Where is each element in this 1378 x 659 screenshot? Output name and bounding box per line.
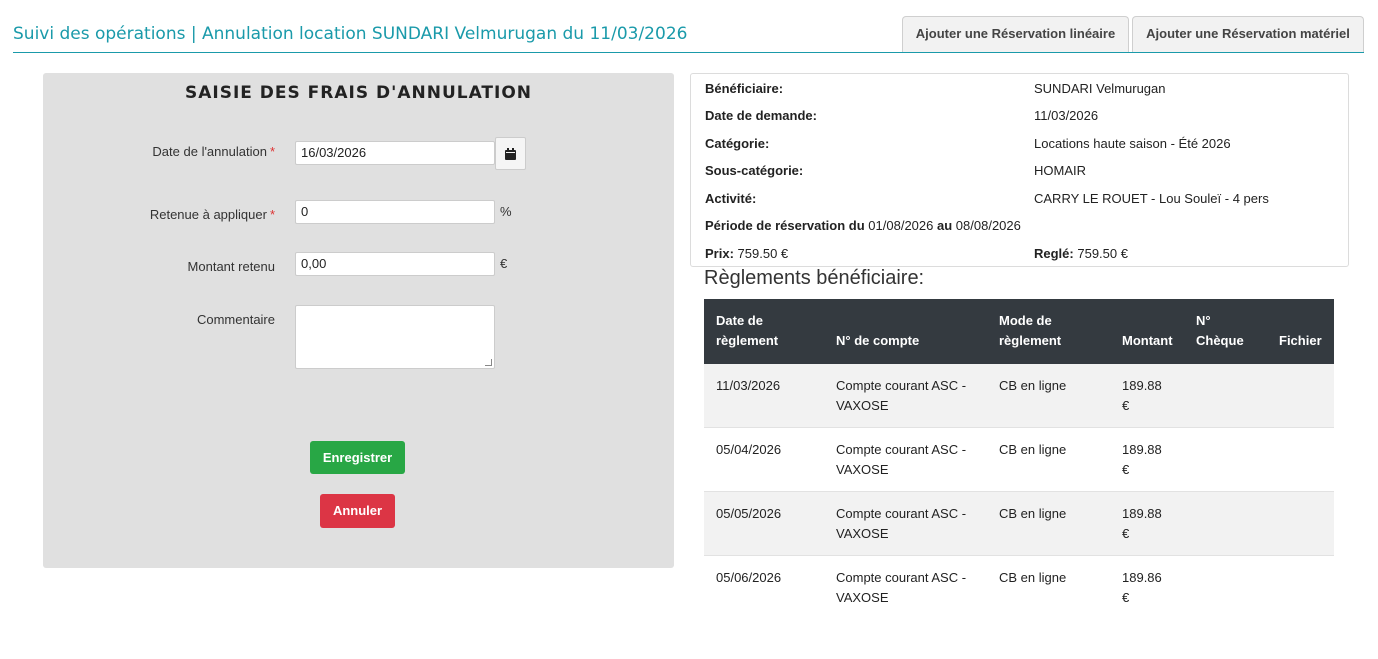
row-account-line1: Compte courant ASC - <box>836 442 967 457</box>
period-start: 01/08/2026 <box>868 218 934 233</box>
row-mode: CB en ligne <box>999 378 1067 393</box>
row-amount-value: 189.88 <box>1122 378 1162 393</box>
header-mode-line1: Mode de <box>999 313 1052 328</box>
payments-title: Règlements bénéficiaire: <box>704 267 925 289</box>
header-file: Fichier <box>1279 333 1322 348</box>
header-cheque: N° Chèque <box>1196 311 1266 351</box>
subcategory-label: Sous-catégorie: <box>705 163 804 178</box>
page-title: Suivi des opérations | Annulation locati… <box>13 24 688 44</box>
row-date: 05/05/2026 <box>716 506 782 521</box>
cancel-date-input[interactable]: 16/03/2026 <box>295 141 495 165</box>
panel-title: SAISIE DES FRAIS D'ANNULATION <box>184 83 533 103</box>
beneficiary-value: SUNDARI Velmurugan <box>1034 81 1166 96</box>
row-date: 05/04/2026 <box>716 442 782 457</box>
row-amount-currency: € <box>1122 398 1130 413</box>
row-amount: 189.88 € <box>1122 504 1182 544</box>
row-account: Compte courant ASC - VAXOSE <box>836 568 986 608</box>
amount-retained-label: Montant retenu <box>187 259 275 274</box>
row-mode: CB en ligne <box>999 506 1067 521</box>
row-amount-currency: € <box>1122 590 1130 605</box>
subcategory-value: HOMAIR <box>1034 163 1086 178</box>
activity-label: Activité: <box>705 191 757 206</box>
cancellation-fees-panel: SAISIE DES FRAIS D'ANNULATION Date de l'… <box>43 73 674 568</box>
row-amount: 189.88 € <box>1122 440 1182 480</box>
row-mode: CB en ligne <box>999 442 1067 457</box>
row-date: 05/06/2026 <box>716 570 782 585</box>
row-amount-currency: € <box>1122 462 1130 477</box>
row-amount-value: 189.86 <box>1122 570 1162 585</box>
row-account-line2: VAXOSE <box>836 462 889 477</box>
price-label: Prix: <box>705 246 734 261</box>
reservation-period: Période de réservation du 01/08/2026 au … <box>705 218 1021 233</box>
retention-percent-input[interactable]: 0 <box>295 200 495 224</box>
calendar-button[interactable] <box>495 137 526 170</box>
comment-label: Commentaire <box>196 312 275 327</box>
price: Prix: 759.50 € <box>705 246 788 261</box>
row-account-line2: VAXOSE <box>836 590 889 605</box>
category-label: Catégorie: <box>705 136 770 151</box>
row-amount-value: 189.88 <box>1122 442 1162 457</box>
header-amount: Montant <box>1122 333 1173 348</box>
cancel-date-label: Date de l'annulation * <box>152 144 275 159</box>
resize-grip[interactable] <box>485 359 492 366</box>
row-account: Compte courant ASC - VAXOSE <box>836 440 986 480</box>
table-row: 11/03/2026 Compte courant ASC - VAXOSE CB… <box>704 364 1334 428</box>
cancel-date-label-text: Date de l'annulation <box>152 144 267 159</box>
add-linear-reservation-tab[interactable]: Ajouter une Réservation linéaire <box>902 16 1129 52</box>
paid-value: 759.50 € <box>1077 246 1128 261</box>
row-account-line2: VAXOSE <box>836 398 889 413</box>
reservation-info-box: Bénéficiaire: SUNDARI Velmurugan Date de… <box>690 73 1349 267</box>
header-mode-line2: règlement <box>999 333 1062 348</box>
row-account: Compte courant ASC - VAXOSE <box>836 376 986 416</box>
request-date-label: Date de demande: <box>705 108 817 123</box>
table-row: 05/04/2026 Compte courant ASC - VAXOSE CB… <box>704 428 1334 492</box>
amount-retained-input[interactable]: 0,00 <box>295 252 495 276</box>
required-mark: * <box>269 144 275 159</box>
row-amount-value: 189.88 <box>1122 506 1162 521</box>
category-value: Locations haute saison - Été 2026 <box>1034 136 1231 151</box>
row-amount-currency: € <box>1122 526 1130 541</box>
table-row: 05/06/2026 Compte courant ASC - VAXOSE CB… <box>704 556 1334 620</box>
paid: Reglé: 759.50 € <box>1034 246 1128 261</box>
comment-textarea[interactable] <box>295 305 495 369</box>
row-account: Compte courant ASC - VAXOSE <box>836 504 986 544</box>
euro-unit: € <box>500 256 508 271</box>
header-date-line2: règlement <box>716 333 779 348</box>
retention-label: Retenue à appliquer * <box>150 207 275 222</box>
payments-table-header: Date de règlement N° de compte Mode de r… <box>704 299 1334 364</box>
activity-value: CARRY LE ROUET - Lou Souleï - 4 pers <box>1034 191 1269 206</box>
request-date-value: 11/03/2026 <box>1034 108 1099 123</box>
cancel-button[interactable]: Annuler <box>320 494 395 528</box>
price-value: 759.50 € <box>737 246 789 261</box>
percent-unit: % <box>500 204 512 219</box>
add-equipment-reservation-tab[interactable]: Ajouter une Réservation matériel <box>1132 16 1364 52</box>
row-amount: 189.88 € <box>1122 376 1182 416</box>
header-date-line1: Date de <box>716 313 763 328</box>
table-row: 05/05/2026 Compte courant ASC - VAXOSE CB… <box>704 492 1334 556</box>
retention-label-text: Retenue à appliquer <box>149 207 267 222</box>
header-cheque-line2: Chèque <box>1196 333 1244 348</box>
page-header: Suivi des opérations | Annulation locati… <box>13 14 1364 53</box>
required-mark: * <box>269 207 275 222</box>
row-amount: 189.86 € <box>1122 568 1182 608</box>
payments-table: Date de règlement N° de compte Mode de r… <box>704 299 1334 620</box>
save-button[interactable]: Enregistrer <box>310 441 405 474</box>
row-mode: CB en ligne <box>999 570 1067 585</box>
row-account-line2: VAXOSE <box>836 526 889 541</box>
header-cheque-line1: N° <box>1196 313 1211 328</box>
beneficiary-label: Bénéficiaire: <box>705 81 784 96</box>
paid-label: Reglé: <box>1034 246 1074 261</box>
row-account-line1: Compte courant ASC - <box>836 506 967 521</box>
header-account: N° de compte <box>836 333 920 348</box>
period-label: Période de réservation du <box>705 218 865 233</box>
row-account-line1: Compte courant ASC - <box>836 378 967 393</box>
row-date: 11/03/2026 <box>716 378 781 393</box>
calendar-icon <box>505 147 516 160</box>
header-date: Date de règlement <box>716 311 826 351</box>
row-account-line1: Compte courant ASC - <box>836 570 967 585</box>
period-to: au <box>937 218 953 233</box>
header-mode: Mode de règlement <box>999 311 1109 351</box>
period-end: 08/08/2026 <box>955 218 1021 233</box>
